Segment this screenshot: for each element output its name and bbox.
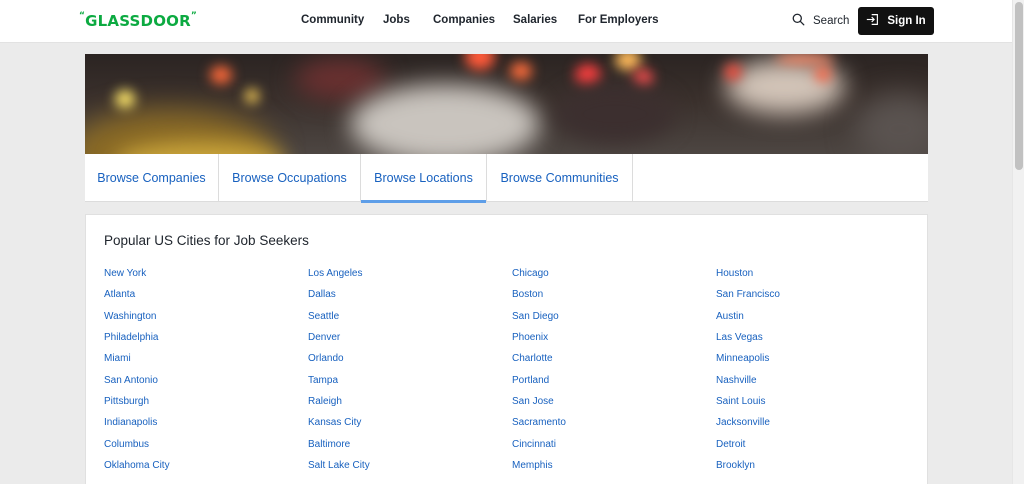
city-link[interactable]: Sacramento — [512, 417, 716, 438]
city-link[interactable]: Cincinnati — [512, 439, 716, 460]
nav-companies[interactable]: Companies — [433, 14, 495, 26]
search-button[interactable]: Search — [792, 13, 849, 29]
nav-for-employers[interactable]: For Employers — [578, 14, 659, 26]
city-link[interactable]: Washington — [104, 311, 308, 332]
city-link[interactable]: Phoenix — [512, 332, 716, 353]
city-link[interactable]: Salt Lake City — [308, 460, 512, 481]
sign-in-button[interactable]: Sign In — [858, 7, 934, 35]
city-link[interactable]: Miami — [104, 353, 308, 374]
city-link[interactable]: San Jose — [512, 396, 716, 417]
city-link[interactable]: Memphis — [512, 460, 716, 481]
site-header: “GLASSDOOR” Community Jobs Companies Sal… — [0, 0, 1012, 43]
nav-jobs[interactable]: Jobs — [383, 14, 410, 26]
city-link[interactable]: San Francisco — [716, 289, 920, 310]
browse-tabs: Browse Companies Browse Occupations Brow… — [85, 154, 928, 203]
city-link[interactable]: New York — [104, 268, 308, 289]
tab-browse-companies[interactable]: Browse Companies — [85, 154, 219, 202]
sign-in-icon — [866, 13, 879, 29]
city-link[interactable]: Los Angeles — [308, 268, 512, 289]
city-link[interactable]: Boston — [512, 289, 716, 310]
tab-browse-occupations[interactable]: Browse Occupations — [219, 154, 361, 202]
popular-cities-card: Popular US Cities for Job Seekers New Yo… — [85, 214, 928, 484]
city-link[interactable]: Nashville — [716, 375, 920, 396]
city-link[interactable]: Columbus — [104, 439, 308, 460]
city-link[interactable]: Kansas City — [308, 417, 512, 438]
city-link[interactable]: Dallas — [308, 289, 512, 310]
city-link[interactable]: Indianapolis — [104, 417, 308, 438]
search-label: Search — [813, 15, 850, 27]
city-link[interactable]: Pittsburgh — [104, 396, 308, 417]
city-link[interactable]: Austin — [716, 311, 920, 332]
page-scrollbar[interactable] — [1012, 0, 1024, 484]
city-link[interactable]: Atlanta — [104, 289, 308, 310]
city-link[interactable]: Tampa — [308, 375, 512, 396]
city-link[interactable]: Orlando — [308, 353, 512, 374]
city-link[interactable]: Chicago — [512, 268, 716, 289]
city-link[interactable]: San Diego — [512, 311, 716, 332]
section-title: Popular US Cities for Job Seekers — [104, 233, 309, 248]
nav-community[interactable]: Community — [301, 14, 364, 26]
glassdoor-logo[interactable]: “GLASSDOOR” — [79, 11, 197, 30]
tab-browse-locations[interactable]: Browse Locations — [361, 154, 487, 203]
city-link[interactable]: Houston — [716, 268, 920, 289]
sign-in-label: Sign In — [887, 15, 926, 27]
search-icon — [792, 13, 805, 29]
city-link[interactable]: Raleigh — [308, 396, 512, 417]
city-link[interactable]: Detroit — [716, 439, 920, 460]
city-link[interactable]: Oklahoma City — [104, 460, 308, 481]
city-link[interactable]: Seattle — [308, 311, 512, 332]
hero-banner-image — [85, 54, 928, 154]
city-link[interactable]: Brooklyn — [716, 460, 920, 481]
city-link[interactable]: Philadelphia — [104, 332, 308, 353]
city-links-grid: New York Los Angeles Chicago Houston Atlanta… — [104, 268, 924, 481]
city-link[interactable]: Portland — [512, 375, 716, 396]
city-link[interactable]: Denver — [308, 332, 512, 353]
city-link[interactable]: San Antonio — [104, 375, 308, 396]
city-link[interactable]: Baltimore — [308, 439, 512, 460]
tab-browse-communities[interactable]: Browse Communities — [487, 154, 633, 202]
city-link[interactable]: Saint Louis — [716, 396, 920, 417]
scrollbar-thumb[interactable] — [1015, 2, 1023, 170]
city-link[interactable]: Charlotte — [512, 353, 716, 374]
city-link[interactable]: Jacksonville — [716, 417, 920, 438]
city-link[interactable]: Las Vegas — [716, 332, 920, 353]
nav-salaries[interactable]: Salaries — [513, 14, 557, 26]
city-link[interactable]: Minneapolis — [716, 353, 920, 374]
